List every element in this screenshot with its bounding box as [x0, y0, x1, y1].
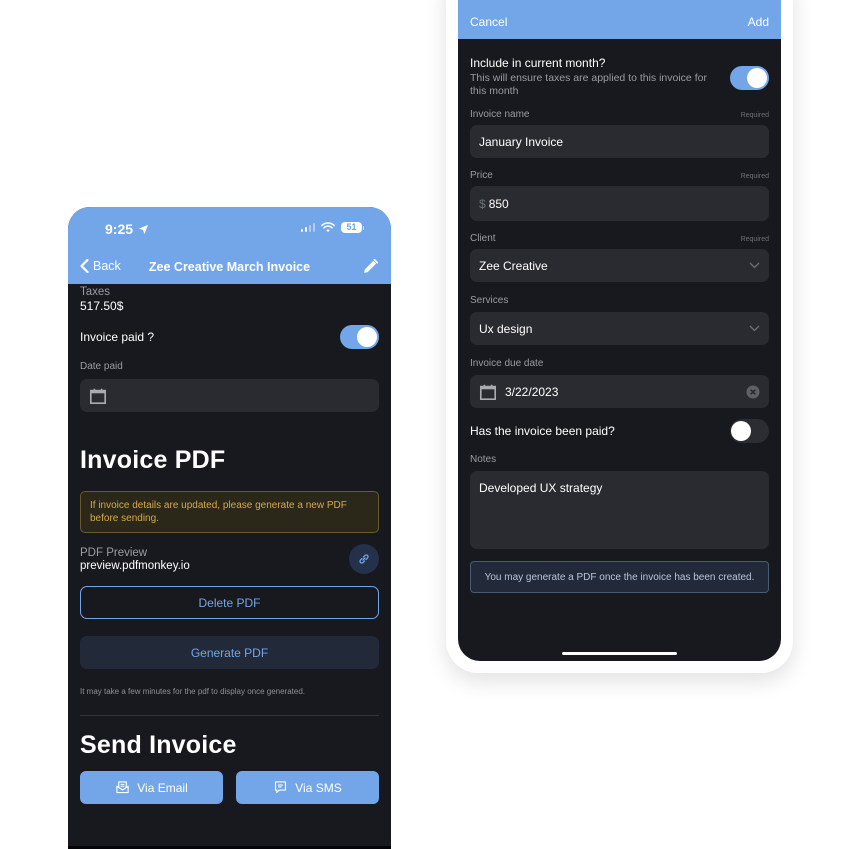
new-invoice-form: Include in current month? This will ensu…	[470, 39, 769, 593]
battery-tip	[362, 225, 364, 230]
delete-pdf-button[interactable]: Delete PDF	[80, 586, 379, 619]
date-paid-label: Date paid	[80, 361, 123, 372]
client-select[interactable]: Zee Creative	[470, 249, 769, 282]
cellular-signal-icon	[300, 223, 316, 232]
client-label: Client	[470, 233, 496, 244]
price-label-row: Price Required	[470, 170, 769, 181]
taxes-section: Taxes 517.50$	[80, 286, 379, 313]
client-label-row: Client Required	[470, 233, 769, 244]
invoice-name-label-row: Invoice name Required	[470, 109, 769, 120]
send-sms-button[interactable]: Via SMS	[236, 771, 379, 804]
header-bar: 9:25 51 Back Zee Creative March Invoice	[68, 207, 391, 284]
clear-icon[interactable]	[746, 385, 760, 399]
edit-button[interactable]	[362, 258, 379, 280]
regenerate-warning: If invoice details are updated, please g…	[80, 491, 379, 533]
new-invoice-screen: Cancel Add Include in current month? Thi…	[458, 0, 781, 661]
generate-pdf-button[interactable]: Generate PDF	[80, 636, 379, 669]
location-arrow-icon	[138, 224, 149, 234]
page-title: Zee Creative March Invoice	[148, 260, 311, 274]
invoice-name-input[interactable]: January Invoice	[470, 125, 769, 158]
services-label: Services	[470, 295, 509, 306]
cancel-button[interactable]: Cancel	[470, 15, 507, 29]
status-time: 9:25	[105, 221, 149, 237]
price-label: Price	[470, 170, 493, 181]
notes-label: Notes	[470, 454, 497, 465]
home-indicator	[562, 652, 677, 655]
calendar-icon	[479, 384, 497, 400]
chevron-down-icon	[749, 325, 760, 332]
include-month-label: Include in current month?	[470, 56, 606, 70]
email-icon	[116, 781, 129, 794]
invoice-detail-screen: 9:25 51 Back Zee Creative March Invoice …	[68, 207, 391, 849]
send-email-button[interactable]: Via Email	[80, 771, 223, 804]
price-input[interactable]: $ 850	[470, 186, 769, 221]
include-month-toggle[interactable]	[730, 66, 769, 90]
section-divider	[80, 715, 379, 716]
include-month-row: Include in current month? This will ensu…	[470, 56, 769, 98]
header-bar: Cancel Add	[458, 0, 781, 39]
battery-indicator: 51	[341, 222, 362, 233]
wifi-icon	[321, 222, 336, 233]
toggle-knob	[747, 68, 767, 88]
invoice-detail-content: Taxes 517.50$ Invoice paid ? Date paid I…	[80, 284, 379, 804]
link-icon	[359, 554, 369, 564]
has-paid-label: Has the invoice been paid?	[470, 424, 615, 438]
required-badge: Required	[740, 112, 769, 119]
invoice-paid-toggle[interactable]	[340, 325, 379, 349]
pdf-preview-row: PDF Preview preview.pdfmonkey.io	[80, 544, 379, 574]
add-button[interactable]: Add	[748, 15, 769, 29]
invoice-paid-label: Invoice paid ?	[80, 330, 155, 344]
notes-textarea[interactable]: Developed UX strategy	[470, 471, 769, 549]
send-buttons: Via Email Via SMS	[80, 771, 379, 804]
calendar-icon	[89, 388, 107, 404]
required-badge: Required	[740, 236, 769, 243]
due-date-label: Invoice due date	[470, 358, 544, 369]
chat-bubble-icon	[275, 781, 287, 794]
generate-hint: It may take a few minutes for the pdf to…	[80, 687, 306, 696]
pdf-preview-url[interactable]: preview.pdfmonkey.io	[80, 560, 190, 572]
date-paid-field[interactable]	[80, 379, 379, 412]
invoice-pdf-heading: Invoice PDF	[80, 446, 226, 474]
toggle-knob	[731, 421, 751, 441]
due-date-input[interactable]: 3/22/2023	[470, 375, 769, 408]
invoice-paid-row: Invoice paid ?	[80, 325, 379, 349]
toggle-knob	[357, 327, 377, 347]
chevron-down-icon	[749, 262, 760, 269]
pdf-info-notice: You may generate a PDF once the invoice …	[470, 561, 769, 593]
taxes-label: Taxes	[80, 286, 111, 298]
pdf-preview-info: PDF Preview preview.pdfmonkey.io	[80, 547, 190, 572]
include-month-description: This will ensure taxes are applied to th…	[470, 72, 707, 97]
status-indicators: 51	[300, 222, 364, 233]
include-month-text: Include in current month? This will ensu…	[470, 56, 722, 98]
has-paid-toggle[interactable]	[730, 419, 769, 443]
services-select[interactable]: Ux design	[470, 312, 769, 345]
currency-symbol: $	[479, 196, 486, 211]
pencil-icon	[364, 258, 379, 273]
pdf-preview-label: PDF Preview	[80, 546, 148, 559]
send-invoice-heading: Send Invoice	[80, 731, 237, 759]
invoice-name-label: Invoice name	[470, 109, 530, 120]
has-paid-row: Has the invoice been paid?	[470, 419, 769, 443]
taxes-value: 517.50$	[80, 299, 124, 313]
open-link-button[interactable]	[349, 544, 379, 574]
required-badge: Required	[740, 173, 769, 180]
